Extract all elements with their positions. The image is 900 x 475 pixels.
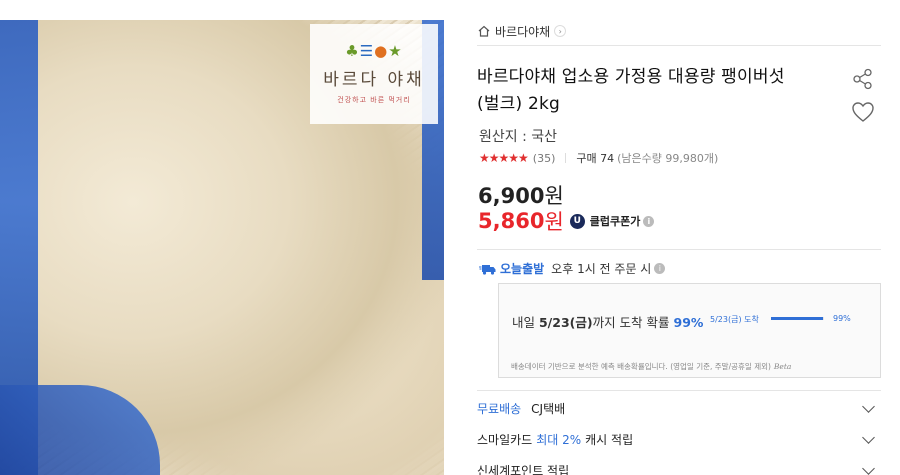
delivery-probability-fill (771, 317, 824, 320)
chevron-down-icon (862, 431, 875, 444)
delivery-prefix: 내일 (512, 315, 539, 330)
truck-icon (479, 264, 496, 275)
club-coupon-badge: U (569, 213, 585, 229)
product-info-panel: 바르다야채 › 바르다야채 업소용 가정용 대용량 팽이버섯 (벌크) 2kg … (477, 0, 881, 475)
delivery-note: 배송데이터 기반으로 분석한 예측 배송확률입니다. (영업일 기준, 주말/공… (511, 361, 791, 372)
home-icon (478, 25, 490, 37)
sale-price-value: 5,860 (478, 209, 545, 233)
product-title: 바르다야채 업소용 가정용 대용량 팽이버섯 (벌크) 2kg (477, 64, 827, 118)
smilecard-prefix: 스마일카드 (477, 432, 533, 447)
original-price-unit: 원 (544, 184, 564, 208)
carrier-label: CJ택배 (531, 401, 566, 416)
chevron-down-icon (862, 462, 875, 475)
share-icon[interactable] (852, 68, 874, 90)
divider (477, 249, 881, 250)
product-origin: 원산지 : 국산 (479, 129, 558, 145)
divider (477, 390, 881, 391)
delivery-date: 5/23(금) (538, 315, 593, 330)
brand-logo-mark: ♣☰●★ (345, 42, 403, 60)
shipping-cutoff: 오후 1시 전 주문 시 (551, 262, 652, 276)
smilecard-suffix: 캐시 적립 (585, 432, 634, 447)
rating-stars-icon[interactable]: ★★★★★ (479, 151, 529, 165)
delivery-percent: 99% (673, 315, 704, 330)
divider (565, 153, 567, 163)
sale-price-unit: 원 (544, 210, 564, 234)
product-title-line1: 바르다야채 업소용 가정용 대용량 팽이버섯 (477, 67, 785, 87)
shipping-accordion[interactable]: 무료배송 CJ택배 (477, 393, 881, 423)
heart-icon[interactable] (851, 101, 875, 123)
delivery-chart-percent: 99% (833, 314, 851, 323)
delivery-middle: 까지 도착 확률 (592, 315, 674, 330)
purchase-count: 구매 74 (576, 152, 615, 165)
original-price-value: 6,900 (478, 184, 545, 208)
review-count[interactable]: (35) (533, 152, 556, 165)
chevron-down-icon (862, 400, 875, 413)
product-image[interactable]: ♣☰●★ 바르다 야채 건강하고 바른 먹거리 (0, 20, 444, 475)
club-coupon-label: 클럽쿠폰가 (589, 215, 641, 228)
smilecard-max: 최대 2% (536, 432, 582, 447)
store-name: 바르다야채 (495, 24, 551, 39)
delivery-note-text: 배송데이터 기반으로 분석한 예측 배송확률입니다. (영업일 기준, 주말/공… (511, 362, 771, 371)
info-icon[interactable]: i (643, 215, 655, 227)
rating-row: ★★★★★ (35) 구매 74 (남은수량 99,980개) (479, 150, 718, 166)
delivery-chart-label: 5/23(금) 도착 (710, 315, 759, 324)
delivery-probability-text: 내일 5/23(금)까지 도착 확률 99% (512, 312, 703, 331)
remaining-stock: (남은수량 99,980개) (617, 152, 719, 165)
beta-label: Beta (773, 362, 792, 371)
delivery-probability-box: 내일 5/23(금)까지 도착 확률 99% 5/23(금) 도착 99% 배송… (498, 283, 881, 378)
brand-logo-slogan: 건강하고 바른 먹거리 (337, 96, 411, 104)
point-label: 신세계포인트 적립 (477, 463, 570, 475)
brand-logo-badge: ♣☰●★ 바르다 야채 건강하고 바른 먹거리 (310, 24, 438, 124)
divider (477, 45, 881, 46)
store-link[interactable]: 바르다야채 › (477, 21, 567, 41)
product-title-line2: (벌크) 2kg (477, 94, 561, 114)
delivery-probability-bar (771, 317, 824, 320)
plastic-wrap-bottom (0, 385, 160, 475)
chevron-right-icon: › (554, 25, 567, 37)
point-accordion[interactable]: 신세계포인트 적립 (477, 455, 881, 475)
sale-price: 5,860 원 U 클럽쿠폰가 i (478, 206, 655, 236)
free-shipping-label: 무료배송 (477, 401, 522, 416)
brand-logo-name: 바르다 야채 (323, 70, 425, 90)
info-icon[interactable]: i (654, 263, 666, 274)
today-shipping-row: 오늘출발 오후 1시 전 주문 시 i (479, 260, 666, 277)
smilecard-accordion[interactable]: 스마일카드 최대 2% 캐시 적립 (477, 424, 881, 454)
today-shipping-label: 오늘출발 (500, 262, 545, 276)
